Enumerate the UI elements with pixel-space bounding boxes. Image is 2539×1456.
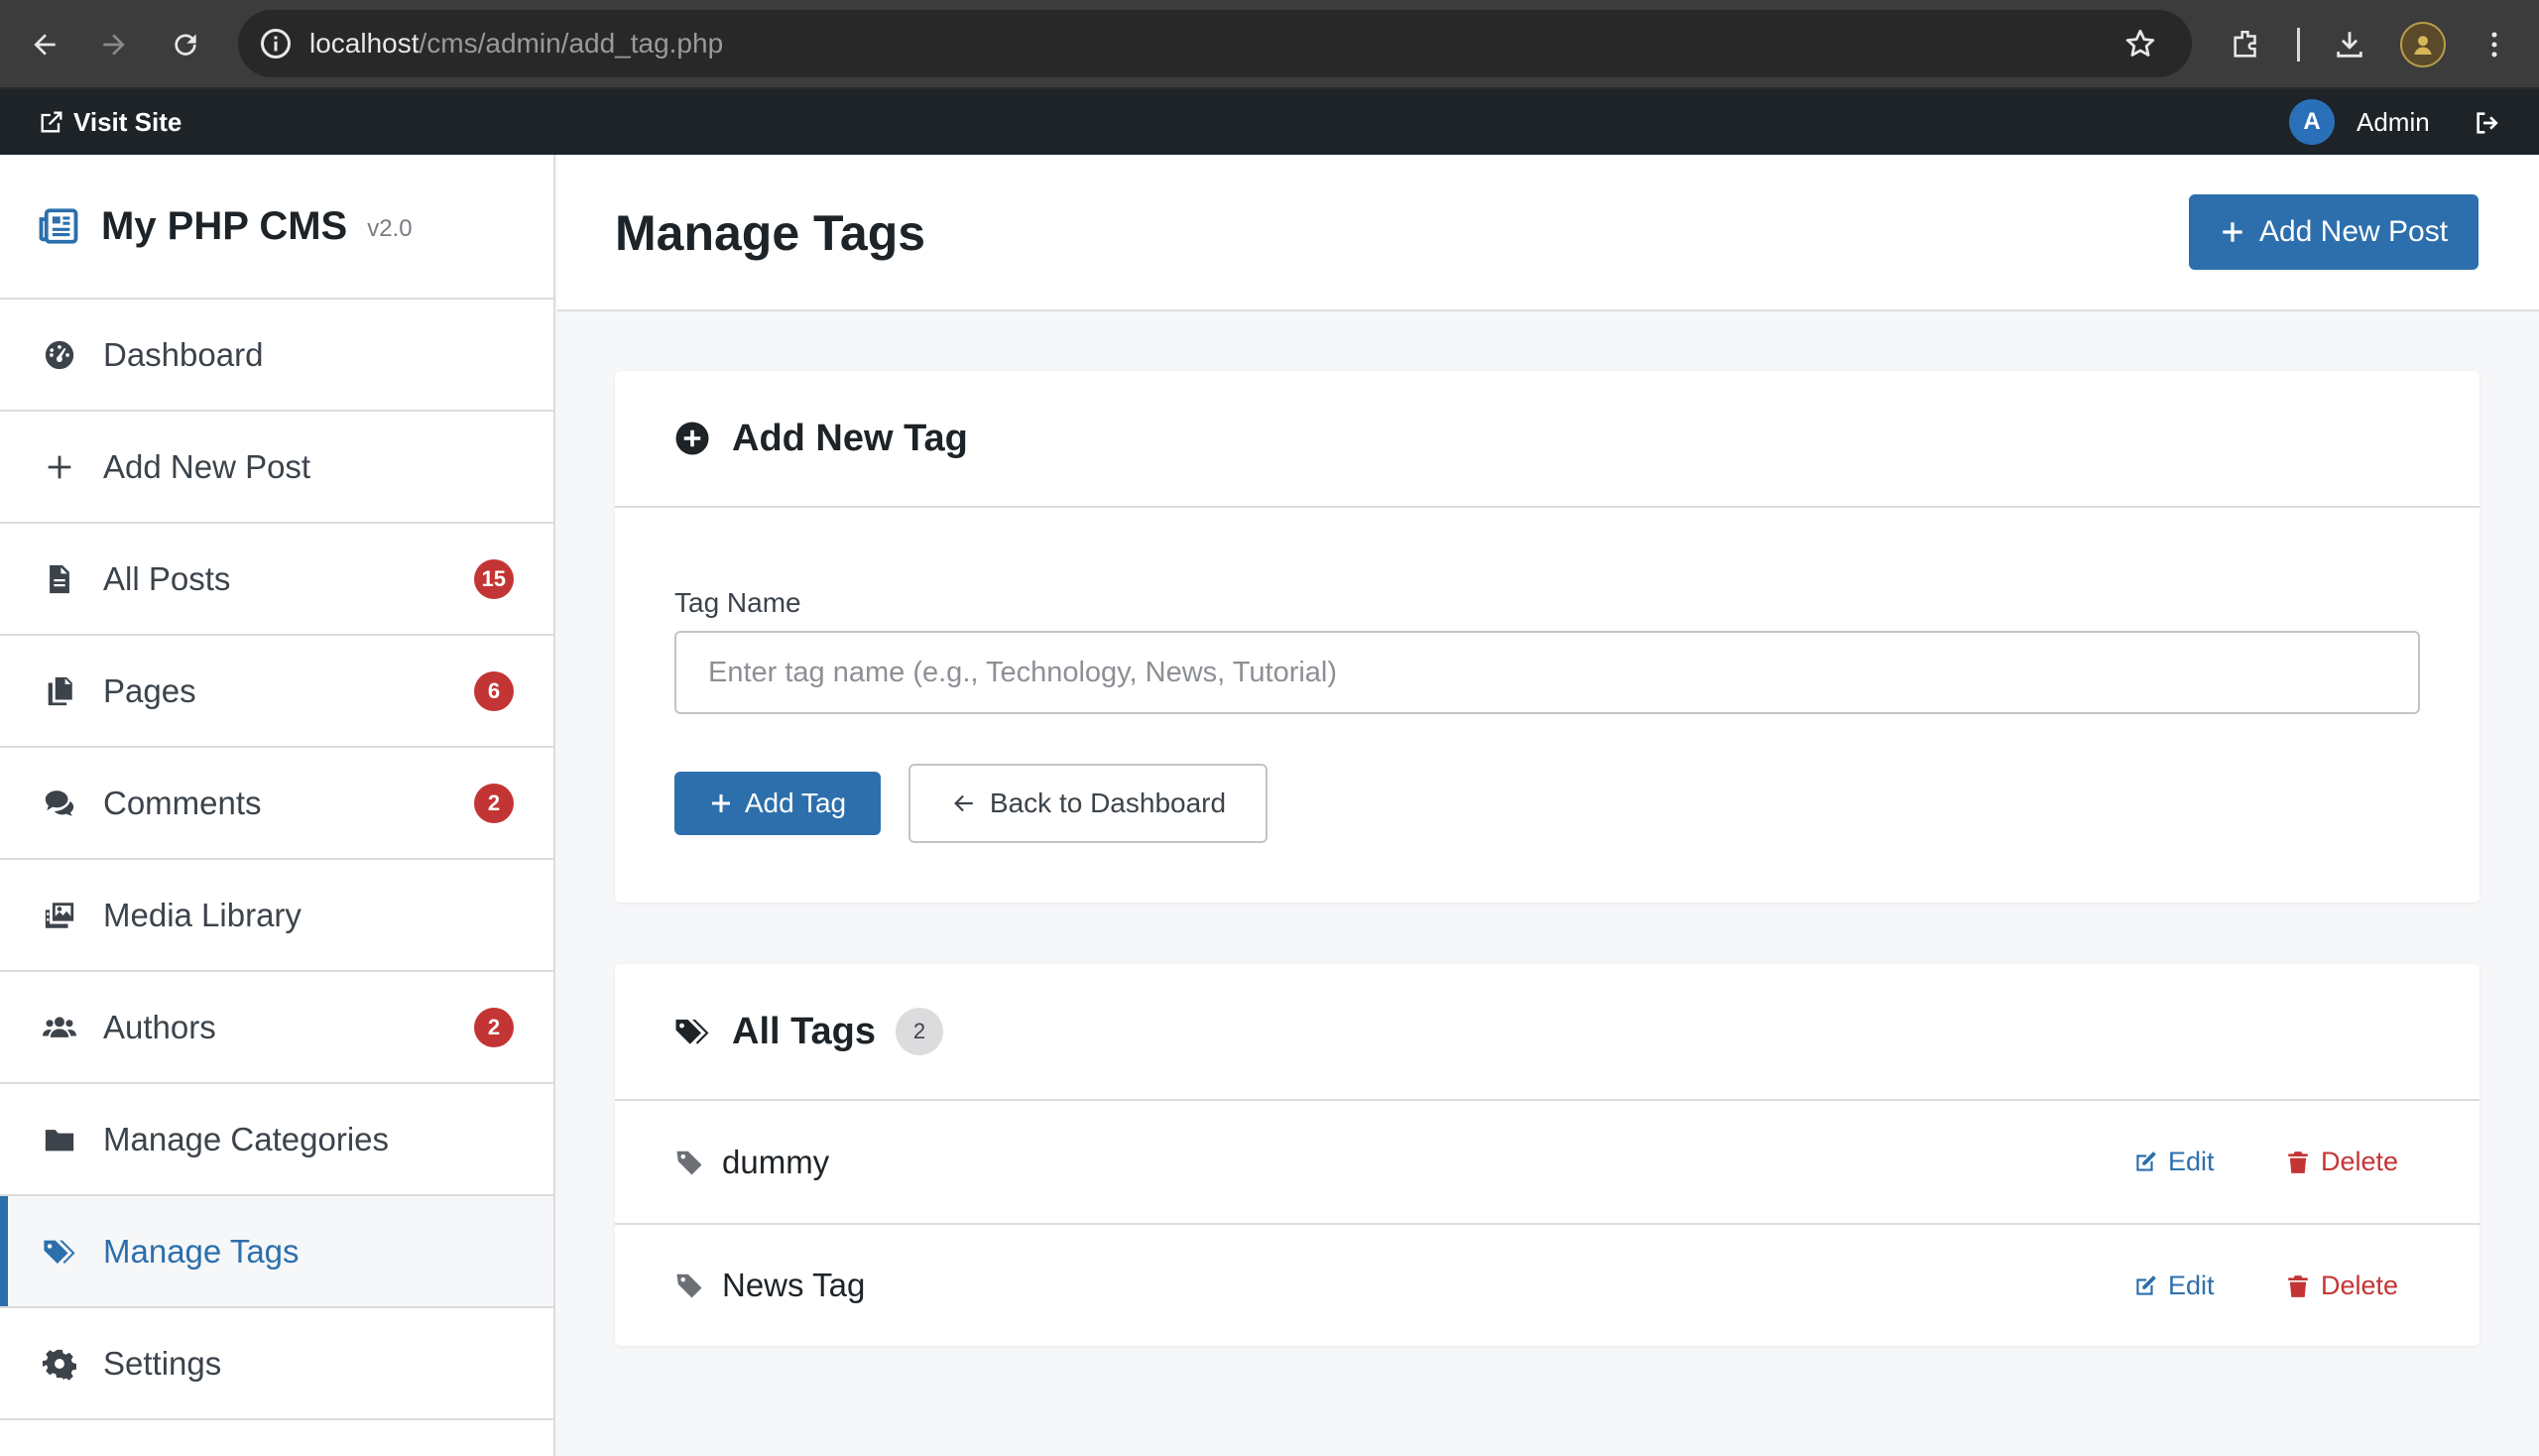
- add-tag-card: Add New Tag Tag Name Add Tag Back to Das…: [615, 371, 2479, 903]
- photo-film-icon: [40, 896, 79, 935]
- sidebar-item-label: Authors: [103, 1008, 216, 1045]
- download-icon[interactable]: [2329, 24, 2370, 65]
- edit-tag-button[interactable]: Edit: [2132, 1225, 2215, 1347]
- arrow-left-icon: [954, 794, 973, 812]
- sidebar-item-label: Settings: [103, 1344, 222, 1382]
- delete-label: Delete: [2321, 1147, 2399, 1176]
- all-tags-card-header: All Tags 2: [615, 964, 2479, 1101]
- copy-icon: [40, 671, 79, 711]
- visit-site-label: Visit Site: [73, 106, 182, 137]
- tag-row: dummy Edit Delete: [615, 1101, 2479, 1223]
- sidebar: My PHP CMS v2.0 Dashboard Add New Post A…: [0, 155, 555, 1456]
- add-tag-heading: Add New Tag: [732, 417, 968, 459]
- sidebar-item-dashboard[interactable]: Dashboard: [0, 300, 553, 412]
- add-new-post-button[interactable]: Add New Post: [2189, 194, 2479, 270]
- browser-menu-icon[interactable]: [2474, 24, 2515, 65]
- page-title: Manage Tags: [615, 205, 926, 261]
- edit-icon: [2136, 1151, 2156, 1171]
- count-badge: 2: [474, 783, 514, 823]
- folder-icon: [40, 1120, 79, 1159]
- sidebar-item-label: Dashboard: [103, 335, 264, 373]
- count-badge: 2: [474, 1007, 514, 1047]
- tag-row: News Tag Edit Delete: [615, 1223, 2479, 1345]
- plus-icon: [711, 794, 730, 812]
- admin-bar: Visit Site A Admin: [0, 89, 2539, 155]
- sidebar-item-label: Comments: [103, 784, 262, 821]
- plus-icon: [2223, 222, 2242, 242]
- brand-version: v2.0: [367, 215, 413, 242]
- reload-icon[interactable]: [165, 24, 206, 65]
- forward-arrow-icon[interactable]: [93, 24, 135, 65]
- logout-icon[interactable]: [2472, 107, 2503, 139]
- tags-icon: [40, 1232, 79, 1272]
- brand[interactable]: My PHP CMS v2.0: [0, 155, 553, 300]
- newspaper-icon: [39, 208, 78, 244]
- extensions-icon[interactable]: [2226, 24, 2267, 65]
- circle-plus-icon: [675, 422, 709, 455]
- trash-icon: [2288, 1151, 2308, 1173]
- user-name[interactable]: Admin: [2357, 89, 2430, 155]
- page-header: Manage Tags Add New Post: [557, 155, 2539, 311]
- comments-icon: [40, 784, 79, 823]
- visit-site-link[interactable]: Visit Site: [38, 89, 181, 155]
- tags-icon: [675, 1020, 709, 1044]
- sidebar-item-pages[interactable]: Pages 6: [0, 636, 553, 748]
- tag-count-badge: 2: [896, 1008, 943, 1055]
- site-info-icon[interactable]: [258, 26, 294, 61]
- tag-icon: [676, 1151, 702, 1174]
- trash-icon: [2288, 1274, 2308, 1297]
- add-tag-button[interactable]: Add Tag: [674, 772, 881, 835]
- delete-label: Delete: [2321, 1271, 2399, 1300]
- bookmark-star-icon[interactable]: [2122, 26, 2158, 61]
- profile-avatar-icon[interactable]: [2400, 22, 2446, 67]
- delete-tag-button[interactable]: Delete: [2285, 1225, 2398, 1347]
- url-text[interactable]: localhost/cms/admin/add_tag.php: [309, 10, 723, 77]
- delete-tag-button[interactable]: Delete: [2285, 1101, 2398, 1223]
- tag-name: News Tag: [722, 1266, 866, 1303]
- sidebar-item-label: Pages: [103, 671, 196, 709]
- sidebar-item-all-posts[interactable]: All Posts 15: [0, 524, 553, 636]
- all-tags-card: All Tags 2 dummy Edit Delete News Tag Ed…: [615, 964, 2479, 1346]
- sidebar-item-authors[interactable]: Authors 2: [0, 972, 553, 1084]
- sidebar-item-label: Manage Tags: [103, 1232, 300, 1270]
- tag-icon: [676, 1274, 702, 1297]
- edit-icon: [2136, 1274, 2156, 1295]
- sidebar-item-label: Manage Categories: [103, 1120, 390, 1157]
- file-icon: [40, 559, 79, 599]
- edit-tag-button[interactable]: Edit: [2132, 1101, 2215, 1223]
- sidebar-item-comments[interactable]: Comments 2: [0, 748, 553, 860]
- sidebar-item-manage-categories[interactable]: Manage Categories: [0, 1084, 553, 1196]
- sidebar-item-add-new-post[interactable]: Add New Post: [0, 412, 553, 524]
- edit-label: Edit: [2168, 1147, 2215, 1176]
- avatar[interactable]: A: [2289, 99, 2335, 145]
- sidebar-item-label: Add New Post: [103, 447, 311, 485]
- add-new-post-label: Add New Post: [2258, 215, 2449, 248]
- sidebar-item-media-library[interactable]: Media Library: [0, 860, 553, 972]
- add-tag-card-header: Add New Tag: [615, 371, 2479, 508]
- back-to-dashboard-button[interactable]: Back to Dashboard: [908, 764, 1268, 843]
- back-to-dashboard-label: Back to Dashboard: [989, 788, 1227, 818]
- users-icon: [40, 1008, 79, 1047]
- edit-label: Edit: [2168, 1271, 2215, 1300]
- count-badge: 15: [473, 558, 514, 599]
- brand-title: My PHP CMS: [101, 203, 348, 248]
- gear-icon: [40, 1344, 79, 1384]
- toolbar-divider: [2297, 28, 2300, 61]
- external-link-icon: [41, 111, 62, 133]
- tag-name-input[interactable]: [674, 631, 2420, 714]
- browser-toolbar: localhost/cms/admin/add_tag.php: [0, 0, 2539, 89]
- sidebar-item-manage-tags[interactable]: Manage Tags: [0, 1196, 553, 1308]
- tag-name-label: Tag Name: [674, 587, 801, 618]
- count-badge: 6: [474, 670, 514, 711]
- all-tags-heading: All Tags: [732, 1010, 876, 1052]
- sidebar-item-label: Media Library: [103, 896, 302, 933]
- tag-name: dummy: [722, 1143, 830, 1180]
- address-bar[interactable]: localhost/cms/admin/add_tag.php: [238, 10, 2192, 77]
- gauge-icon: [40, 335, 79, 375]
- add-tag-label: Add Tag: [744, 788, 847, 818]
- sidebar-item-label: All Posts: [103, 559, 231, 597]
- sidebar-item-settings[interactable]: Settings: [0, 1308, 553, 1420]
- plus-icon: [40, 447, 79, 487]
- back-arrow-icon[interactable]: [24, 24, 65, 65]
